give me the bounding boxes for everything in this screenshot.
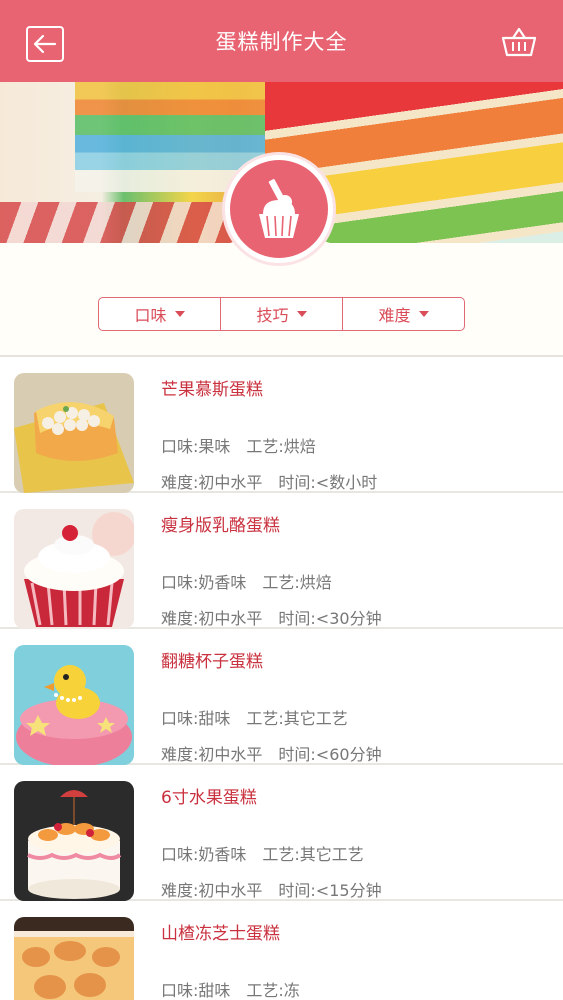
recipe-difficulty: 难度:初中水平 (161, 609, 263, 628)
list-item[interactable]: 瘦身版乳酪蛋糕 口味:奶香味 工艺:烘焙 难度:初中水平 时间:<30分钟 (0, 493, 563, 629)
recipe-craft: 工艺:冻 (246, 981, 300, 1000)
recipe-craft: 工艺:其它工艺 (246, 709, 348, 728)
list-item[interactable]: 芒果慕斯蛋糕 口味:果味 工艺:烘焙 难度:初中水平 时间:<数小时 (0, 357, 563, 493)
recipe-meta-row2: 难度:初中水平 时间:<数小时 (161, 469, 377, 493)
filter-difficulty[interactable]: 难度 (342, 298, 464, 330)
basket-button[interactable] (499, 22, 539, 62)
recipe-thumbnail (14, 781, 134, 901)
recipe-time: 时间:<60分钟 (278, 745, 382, 764)
filter-technique-label: 技巧 (256, 306, 289, 325)
recipe-meta-row2: 难度:初中水平 时间:<15分钟 (161, 877, 382, 901)
filter-flavor-label: 口味 (134, 306, 167, 325)
recipe-title: 山楂冻芝士蛋糕 (161, 924, 280, 944)
recipe-time: 时间:<30分钟 (278, 609, 382, 628)
caret-down-icon (296, 311, 307, 317)
recipe-meta-row1: 口味:奶香味 工艺:烘焙 (161, 569, 332, 593)
recipe-meta-row1: 口味:甜味 工艺:其它工艺 (161, 705, 348, 729)
recipe-meta-row2: 难度:初中水平 时间:<30分钟 (161, 605, 382, 629)
recipe-time: 时间:<数小时 (278, 473, 378, 492)
page-title: 蛋糕制作大全 (215, 30, 348, 54)
filter-difficulty-label: 难度 (378, 306, 411, 325)
recipe-meta-row1: 口味:奶香味 工艺:其它工艺 (161, 841, 364, 865)
basket-icon (501, 27, 537, 57)
filter-technique[interactable]: 技巧 (220, 298, 342, 330)
recipe-list: 芒果慕斯蛋糕 口味:果味 工艺:烘焙 难度:初中水平 时间:<数小时 瘦身版乳酪蛋糕… (0, 357, 563, 1000)
recipe-flavor: 口味:果味 (161, 437, 231, 456)
recipe-time: 时间:<15分钟 (278, 881, 382, 900)
recipe-meta-row2: 难度:初中水平 时间:<60分钟 (161, 741, 382, 765)
recipe-thumbnail (14, 917, 134, 1000)
recipe-craft: 工艺:烘焙 (262, 573, 332, 592)
list-item[interactable]: 6寸水果蛋糕 口味:奶香味 工艺:其它工艺 难度:初中水平 时间:<15分钟 (0, 765, 563, 901)
filter-bar: 口味 技巧 难度 (98, 297, 465, 331)
caret-down-icon (418, 311, 429, 317)
app-header: 蛋糕制作大全 (0, 0, 563, 82)
recipe-flavor: 口味:甜味 (161, 981, 231, 1000)
recipe-thumbnail (14, 509, 134, 629)
recipe-difficulty: 难度:初中水平 (161, 745, 263, 764)
recipe-craft: 工艺:烘焙 (246, 437, 316, 456)
cupcake-logo (222, 152, 336, 266)
recipe-meta-row1: 口味:甜味 工艺:冻 (161, 977, 300, 1000)
filter-flavor[interactable]: 口味 (99, 298, 220, 330)
recipe-flavor: 口味:奶香味 (161, 845, 247, 864)
recipe-flavor: 口味:奶香味 (161, 573, 247, 592)
recipe-difficulty: 难度:初中水平 (161, 473, 263, 492)
caret-down-icon (174, 311, 185, 317)
recipe-meta-row1: 口味:果味 工艺:烘焙 (161, 433, 316, 457)
recipe-thumbnail (14, 645, 134, 765)
recipe-difficulty: 难度:初中水平 (161, 881, 263, 900)
recipe-flavor: 口味:甜味 (161, 709, 231, 728)
recipe-thumbnail (14, 373, 134, 493)
cupcake-icon (259, 177, 299, 238)
recipe-craft: 工艺:其它工艺 (262, 845, 364, 864)
back-button[interactable] (26, 26, 64, 62)
recipe-title: 6寸水果蛋糕 (161, 788, 257, 808)
recipe-title: 芒果慕斯蛋糕 (161, 380, 263, 400)
recipe-title: 瘦身版乳酪蛋糕 (161, 516, 280, 536)
back-arrow-icon (33, 34, 57, 54)
list-item[interactable]: 翻糖杯子蛋糕 口味:甜味 工艺:其它工艺 难度:初中水平 时间:<60分钟 (0, 629, 563, 765)
recipe-title: 翻糖杯子蛋糕 (161, 652, 263, 672)
list-item[interactable]: 山楂冻芝士蛋糕 口味:甜味 工艺:冻 (0, 901, 563, 1000)
